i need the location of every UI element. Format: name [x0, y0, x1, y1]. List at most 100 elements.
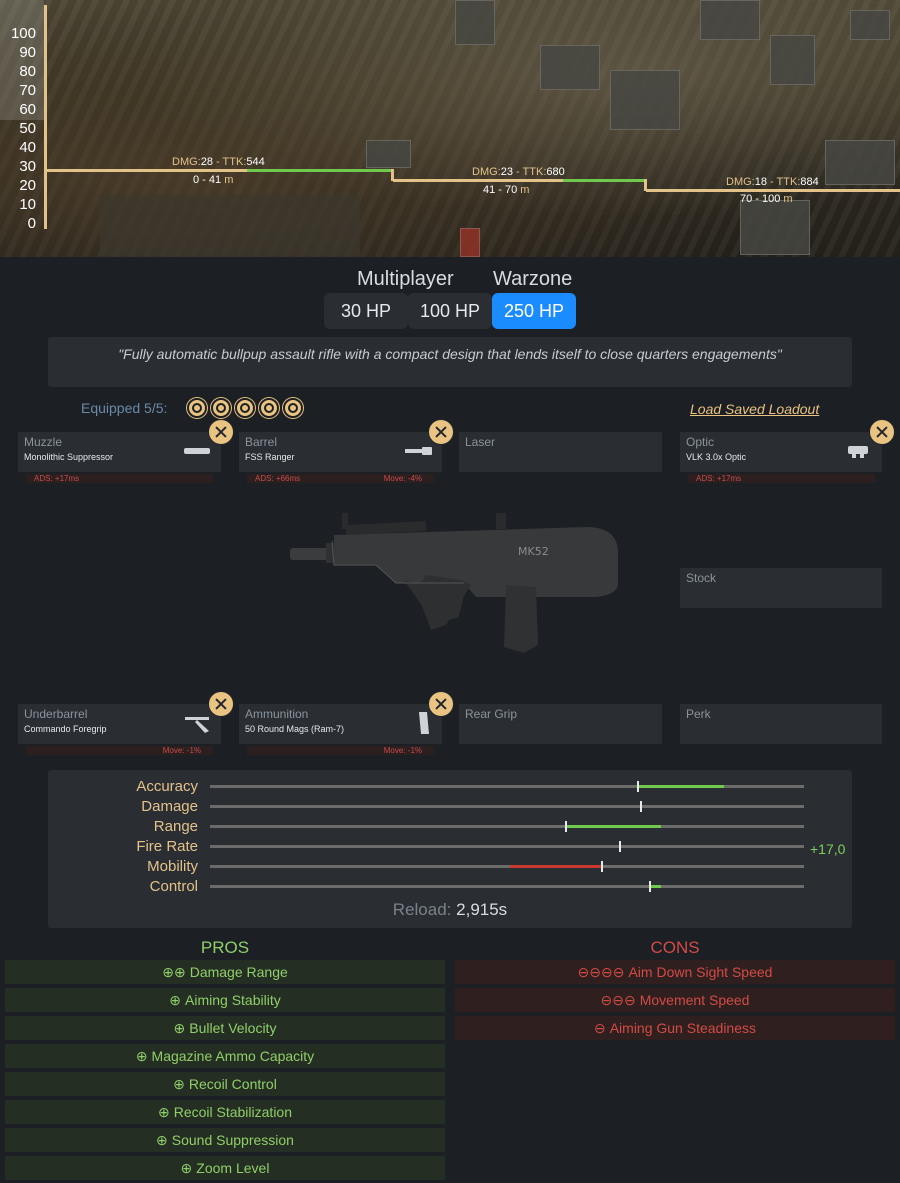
plus-icon: ⊕ — [135, 1048, 148, 1064]
damage-range-graph: 100 90 80 70 60 50 40 30 20 10 0 DMG:28 … — [0, 0, 900, 257]
slot-attachment: FSS Ranger — [245, 452, 295, 462]
stat-bar-mobility — [210, 861, 804, 872]
slot-stat-strip: Move: -1% — [26, 746, 213, 755]
slot-name: Muzzle — [24, 435, 63, 449]
plus-icon: ⊕⊕ — [162, 964, 186, 980]
slot-name: Laser — [465, 435, 496, 449]
warzone-heading: Warzone — [493, 268, 573, 290]
slot-stat-strip: Move: -1% — [247, 746, 434, 755]
equipped-pip-icon — [235, 398, 255, 418]
hp-250-button[interactable]: 250 HP — [492, 293, 576, 329]
plus-icon: ⊕ — [169, 992, 182, 1008]
foregrip-icon — [185, 717, 209, 733]
y-tick: 20 — [19, 177, 36, 194]
stat-bar-accuracy — [210, 781, 804, 792]
remove-optic-button[interactable] — [869, 419, 895, 445]
plus-icon: ⊕ — [173, 1020, 186, 1036]
stat-label-damage: Damage — [141, 798, 198, 815]
slot-muzzle[interactable]: Muzzle Monolithic Suppressor — [18, 432, 221, 472]
y-tick: 10 — [19, 196, 36, 213]
slot-attachment: Commando Foregrip — [24, 724, 107, 734]
svg-text:MK52: MK52 — [518, 545, 549, 558]
cons-heading: CONS — [650, 938, 700, 957]
slot-rear-grip[interactable]: Rear Grip — [459, 704, 662, 744]
stat-label-fire-rate: Fire Rate — [136, 838, 198, 855]
pro-item: ⊕ Magazine Ammo Capacity — [5, 1044, 445, 1068]
plus-icon: ⊕ — [173, 1076, 185, 1092]
y-tick: 90 — [19, 44, 36, 61]
optic-icon — [848, 446, 868, 458]
y-tick: 80 — [19, 63, 36, 80]
slot-stat-strip: ADS: +17ms — [26, 474, 213, 483]
range-stat-label: DMG:23 - TTK:680 — [472, 166, 565, 178]
damage-line-segment — [393, 179, 563, 182]
range-distance-label: 0 - 41 m — [193, 174, 234, 186]
reload-time: Reload: 2,915s — [392, 900, 508, 919]
weapon-stats-panel: Accuracy Damage Range Fire Rate +17,0 Mo… — [48, 770, 852, 928]
equipped-pip-icon — [187, 398, 207, 418]
stat-label-mobility: Mobility — [147, 858, 198, 875]
equipped-count: Equipped 5/5: — [81, 400, 168, 416]
con-item: ⊖⊖⊖⊖ Aim Down Sight Speed — [455, 960, 895, 984]
stat-bar-damage — [210, 801, 804, 812]
damage-line-segment — [646, 189, 900, 192]
minus-icon: ⊖ — [593, 1020, 606, 1036]
equipped-pip-icon — [211, 398, 231, 418]
magazine-icon — [419, 712, 429, 734]
load-saved-loadout-link[interactable]: Load Saved Loadout — [690, 401, 819, 417]
plus-icon: ⊕ — [156, 1132, 168, 1148]
damage-line-segment — [247, 169, 393, 172]
damage-line-segment — [47, 169, 247, 172]
y-tick: 60 — [19, 101, 36, 118]
slot-optic[interactable]: Optic VLK 3.0x Optic — [680, 432, 882, 472]
y-tick: 100 — [10, 25, 36, 42]
y-tick: 50 — [19, 120, 36, 137]
con-item: ⊖⊖⊖ Movement Speed — [455, 988, 895, 1012]
pros-heading: PROS — [200, 938, 250, 957]
stat-label-range: Range — [153, 818, 198, 835]
weapon-image: MK52 — [290, 513, 618, 653]
pro-item: ⊕ Recoil Stabilization — [5, 1100, 445, 1124]
remove-barrel-button[interactable] — [428, 419, 454, 445]
minus-icon: ⊖⊖⊖ — [600, 992, 636, 1008]
stat-label-accuracy: Accuracy — [136, 778, 198, 795]
slot-stock[interactable]: Stock — [680, 568, 882, 608]
con-item: ⊖ Aiming Gun Steadiness — [455, 1016, 895, 1040]
slot-attachment: Monolithic Suppressor — [24, 452, 114, 462]
slot-attachment: 50 Round Mags (Ram-7) — [245, 724, 345, 734]
y-tick: 30 — [19, 158, 36, 175]
slot-stat-strip: ADS: +66ms Move: -4% — [247, 474, 434, 483]
hp-30-button[interactable]: 30 HP — [324, 293, 408, 329]
slot-laser[interactable]: Laser — [459, 432, 662, 472]
slot-name: Perk — [686, 707, 711, 721]
plus-icon: ⊕ — [180, 1160, 193, 1176]
range-stat-label: DMG:18 - TTK:884 — [726, 176, 819, 188]
multiplayer-heading: Multiplayer — [357, 268, 454, 290]
remove-muzzle-button[interactable] — [208, 419, 234, 445]
slot-perk[interactable]: Perk — [680, 704, 882, 744]
stat-bar-control — [210, 881, 804, 892]
slot-name: Ammunition — [245, 707, 309, 721]
pro-item: ⊕ Zoom Level — [5, 1156, 445, 1180]
remove-ammunition-button[interactable] — [428, 691, 454, 717]
y-tick: 40 — [19, 139, 36, 156]
slot-name: Stock — [686, 571, 717, 585]
barrel-icon — [405, 447, 432, 455]
pro-item: ⊕ Recoil Control — [5, 1072, 445, 1096]
fire-rate-delta: +17,0 — [810, 841, 846, 857]
slot-name: Optic — [686, 435, 715, 449]
y-tick: 0 — [27, 215, 36, 232]
slot-barrel[interactable]: Barrel FSS Ranger — [239, 432, 442, 472]
pro-item: ⊕⊕ Damage Range — [5, 960, 445, 984]
slot-stat-strip: ADS: +17ms — [688, 474, 875, 483]
slot-ammunition[interactable]: Ammunition 50 Round Mags (Ram-7) — [239, 704, 442, 744]
slot-name: Underbarrel — [24, 707, 88, 721]
hp-100-button[interactable]: 100 HP — [408, 293, 492, 329]
range-distance-label: 70 - 100 m — [740, 193, 793, 205]
weapon-description: "Fully automatic bullpup assault rifle w… — [48, 337, 852, 387]
slot-attachment: VLK 3.0x Optic — [686, 452, 747, 462]
y-tick: 70 — [19, 82, 36, 99]
minus-icon: ⊖⊖⊖⊖ — [577, 964, 625, 980]
remove-underbarrel-button[interactable] — [208, 691, 234, 717]
slot-underbarrel[interactable]: Underbarrel Commando Foregrip — [18, 704, 221, 744]
